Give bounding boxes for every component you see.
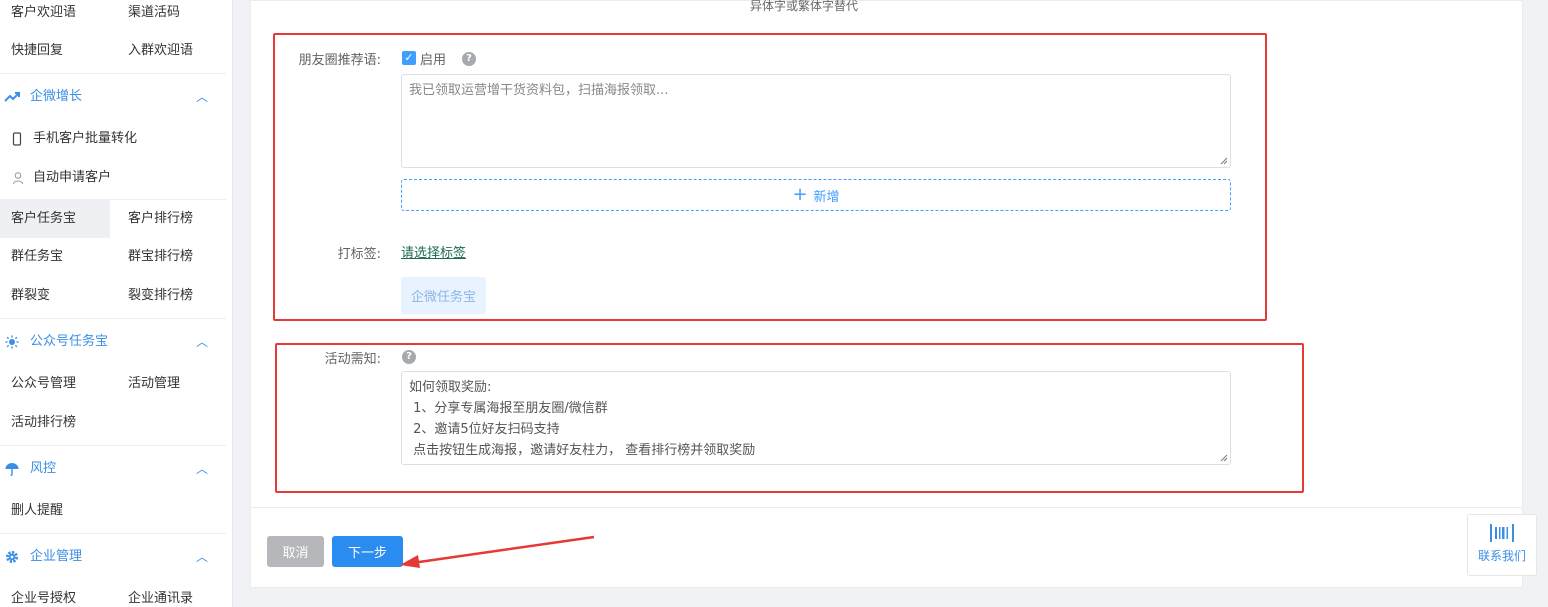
top-hint-text: 异体字或繁体字替代 bbox=[750, 0, 859, 13]
chevron-up-icon: ︿ bbox=[195, 462, 208, 476]
footer-divider bbox=[251, 507, 1522, 508]
notice-line: 2、邀请5位好友扫码支持 bbox=[409, 422, 560, 437]
sidebar-item-fission-rank[interactable]: 裂变排行榜 bbox=[128, 277, 193, 315]
enable-checkbox[interactable]: ✓ bbox=[402, 51, 416, 65]
sidebar-row: 公众号管理 活动管理 bbox=[0, 365, 226, 403]
sidebar-group-enterprise[interactable]: 企业管理 ︿ bbox=[0, 533, 226, 579]
sidebar-item-label: 手机客户批量转化 bbox=[33, 131, 138, 146]
user-icon bbox=[12, 159, 24, 197]
sidebar-item-auto-apply[interactable]: 自动申请客户 bbox=[0, 159, 226, 197]
contact-us-button[interactable]: 联系我们 bbox=[1467, 514, 1537, 576]
sidebar-item-mobile-convert[interactable]: 手机客户批量转化 bbox=[0, 120, 226, 158]
moments-textarea[interactable]: 我已领取运营增干货资料包，扫描海报领取... bbox=[401, 74, 1231, 168]
sidebar-row: 活动排行榜 bbox=[0, 404, 226, 442]
notice-label: 活动需知: bbox=[324, 352, 381, 367]
tag-label: 打标签: bbox=[337, 247, 381, 262]
add-moments-button[interactable]: + 新增 bbox=[401, 179, 1231, 211]
sidebar-group-title: 风控 bbox=[30, 461, 57, 476]
sidebar-row: 删人提醒 bbox=[0, 492, 226, 530]
sidebar-item-official-manage[interactable]: 公众号管理 bbox=[11, 365, 76, 403]
sidebar-item-customer-welcome[interactable]: 客户欢迎语 bbox=[11, 0, 76, 32]
sidebar-item-group-welcome[interactable]: 入群欢迎语 bbox=[128, 32, 193, 70]
sidebar: 客户欢迎语 渠道活码 快捷回复 入群欢迎语 企微增长 ︿ 手机客户批量转化 自动… bbox=[0, 0, 233, 607]
tag-chip: 企微任务宝 bbox=[401, 277, 486, 314]
sidebar-item-customer-task[interactable]: 客户任务宝 bbox=[0, 200, 110, 238]
sidebar-row: 客户任务宝 客户排行榜 bbox=[0, 199, 226, 238]
phone-icon bbox=[12, 120, 22, 158]
contact-us-label: 联系我们 bbox=[1477, 549, 1526, 563]
sidebar-group-growth[interactable]: 企微增长 ︿ bbox=[0, 73, 226, 119]
trend-up-icon bbox=[4, 74, 20, 120]
moments-text: 我已领取运营增干货资料包，扫描海报领取... bbox=[409, 83, 669, 98]
sidebar-item-channel-code[interactable]: 渠道活码 bbox=[128, 0, 180, 32]
notice-line: 点击按钮生成海报，邀请好友柱力， 查看排行榜并领取奖励 bbox=[409, 443, 756, 458]
notice-line: 如何领取奖励: bbox=[409, 380, 492, 395]
notice-line: 1、分享专属海报至朋友圈/微信群 bbox=[409, 401, 608, 416]
sidebar-item-group-task[interactable]: 群任务宝 bbox=[11, 238, 63, 276]
sidebar-group-title: 企业管理 bbox=[30, 549, 83, 564]
moments-label: 朋友圈推荐语: bbox=[298, 53, 381, 68]
main-panel: 异体字或繁体字替代 朋友圈推荐语: ✓ 启用 ? 我已领取运营增干货资料包，扫描… bbox=[250, 0, 1523, 588]
umbrella-icon bbox=[4, 446, 20, 492]
sidebar-item-activity-rank[interactable]: 活动排行榜 bbox=[11, 404, 76, 442]
barcode-icon bbox=[1490, 524, 1514, 542]
sidebar-row: 快捷回复 入群欢迎语 bbox=[0, 32, 226, 70]
sidebar-group-title: 公众号任务宝 bbox=[30, 334, 109, 349]
sun-icon bbox=[4, 319, 20, 365]
sidebar-group-risk[interactable]: 风控 ︿ bbox=[0, 445, 226, 491]
sidebar-row: 客户欢迎语 渠道活码 bbox=[0, 0, 226, 32]
sidebar-item-activity-manage[interactable]: 活动管理 bbox=[128, 365, 180, 403]
annotation-arrow-icon bbox=[400, 535, 595, 568]
plus-icon: + bbox=[792, 184, 808, 205]
sidebar-row: 企业号授权 企业通讯录 bbox=[0, 580, 226, 607]
enable-label[interactable]: 启用 bbox=[420, 49, 446, 68]
sidebar-item-delete-alert[interactable]: 删人提醒 bbox=[11, 492, 63, 530]
sidebar-item-quick-reply[interactable]: 快捷回复 bbox=[11, 32, 63, 70]
sidebar-item-group-fission[interactable]: 群裂变 bbox=[11, 277, 50, 315]
notice-textarea[interactable]: 如何领取奖励: 1、分享专属海报至朋友圈/微信群 2、邀请5位好友扫码支持 点击… bbox=[401, 371, 1231, 465]
sidebar-row: 群任务宝 群宝排行榜 bbox=[0, 238, 226, 276]
chevron-up-icon: ︿ bbox=[195, 550, 208, 564]
sidebar-row: 群裂变 裂变排行榜 bbox=[0, 277, 226, 315]
sidebar-group-official[interactable]: 公众号任务宝 ︿ bbox=[0, 318, 226, 364]
help-icon[interactable]: ? bbox=[462, 52, 476, 66]
gear-icon bbox=[4, 534, 20, 580]
help-icon[interactable]: ? bbox=[402, 350, 416, 364]
resize-grip-icon[interactable] bbox=[1220, 454, 1228, 462]
add-button-label: 新增 bbox=[813, 189, 840, 205]
sidebar-item-customer-rank[interactable]: 客户排行榜 bbox=[128, 200, 193, 238]
chevron-up-icon: ︿ bbox=[195, 90, 208, 104]
sidebar-item-enterprise-contacts[interactable]: 企业通讯录 bbox=[128, 580, 193, 607]
next-step-button[interactable]: 下一步 bbox=[332, 536, 403, 567]
chevron-up-icon: ︿ bbox=[195, 335, 208, 349]
select-tag-link[interactable]: 请选择标签 bbox=[401, 242, 466, 261]
sidebar-item-enterprise-auth[interactable]: 企业号授权 bbox=[11, 580, 76, 607]
cancel-button[interactable]: 取消 bbox=[267, 536, 324, 567]
sidebar-item-label: 自动申请客户 bbox=[33, 170, 112, 185]
sidebar-group-title: 企微增长 bbox=[30, 89, 83, 104]
resize-grip-icon[interactable] bbox=[1220, 157, 1228, 165]
sidebar-item-group-rank[interactable]: 群宝排行榜 bbox=[128, 238, 193, 276]
